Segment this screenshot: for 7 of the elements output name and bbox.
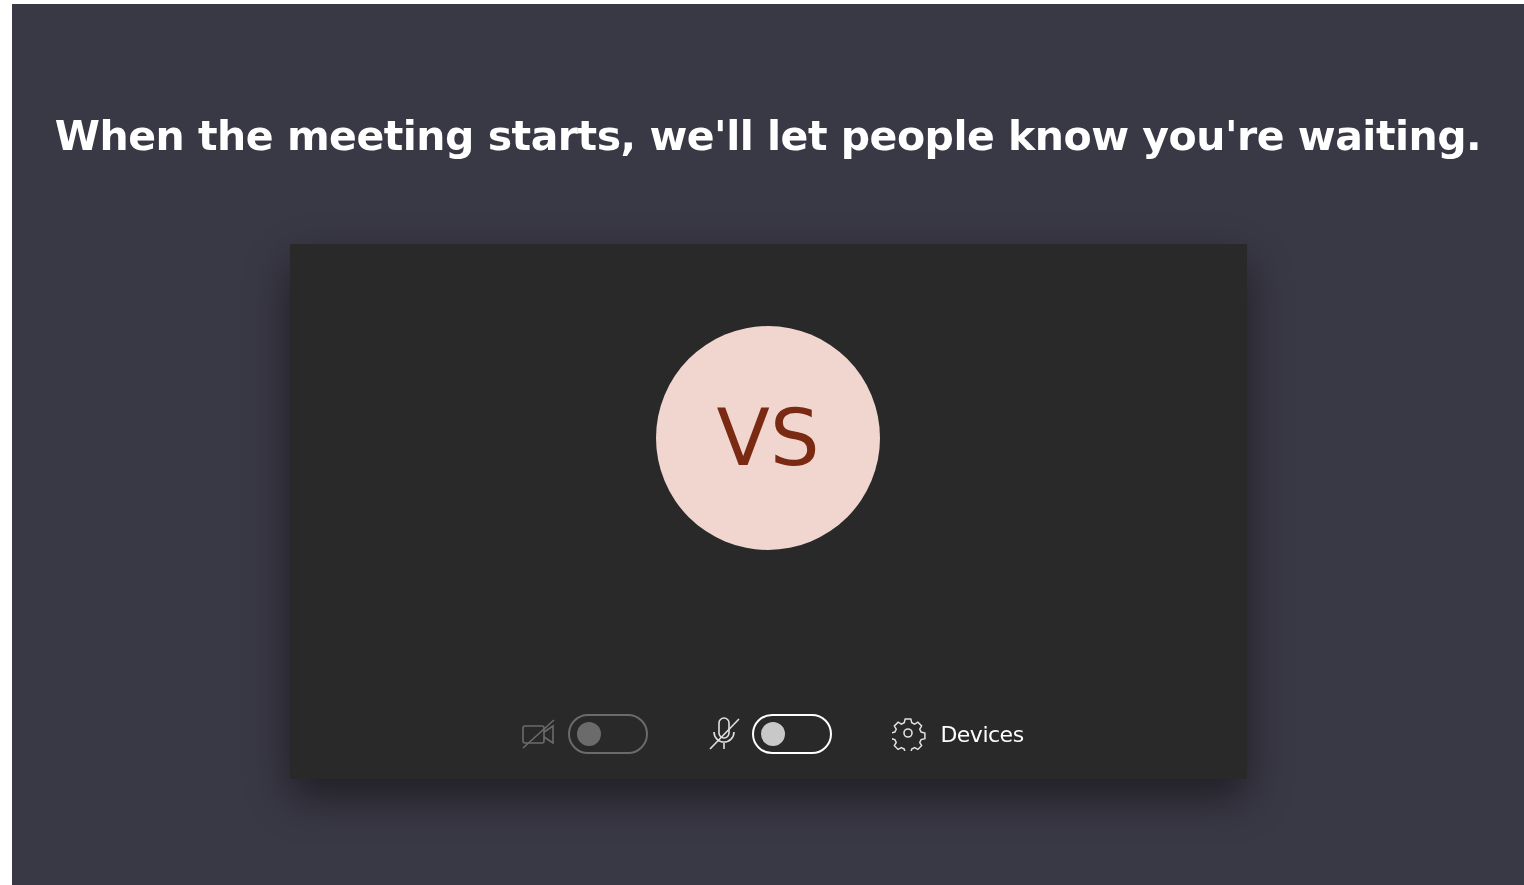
- avatar: VS: [656, 326, 880, 550]
- settings-icon: [892, 717, 927, 751]
- microphone-toggle[interactable]: [752, 714, 833, 754]
- camera-off-icon: [522, 719, 557, 749]
- devices-button[interactable]: Devices: [892, 717, 1024, 751]
- microphone-off-icon: [708, 716, 741, 752]
- waiting-message: When the meeting starts, we'll let people know you're waiting.: [54, 112, 1482, 160]
